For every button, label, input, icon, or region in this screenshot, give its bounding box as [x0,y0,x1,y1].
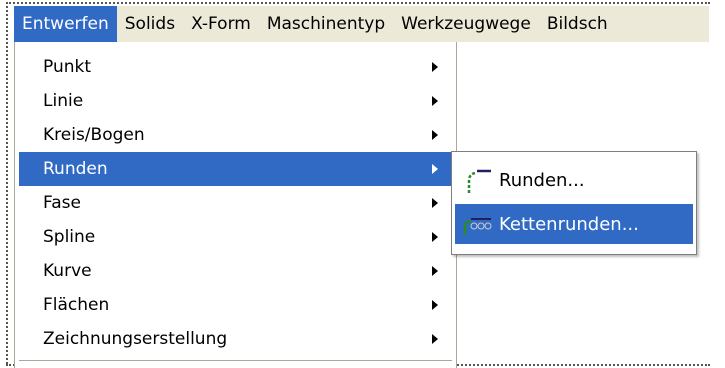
submenu-arrow-icon [432,198,438,208]
submenu-arrow-icon [432,334,438,344]
screen: Entwerfen Solids X-Form Maschinentyp Wer… [0,0,725,368]
menu-item-fase[interactable]: Fase [19,186,452,220]
menu-item-label: Fase [43,193,81,213]
submenu-arrow-icon [432,300,438,310]
menu-solids[interactable]: Solids [117,6,183,42]
submenu-arrow-icon [432,96,438,106]
submenu-item-runden[interactable]: Runden... [455,160,693,200]
menu-maschinentyp[interactable]: Maschinentyp [259,6,393,42]
menu-bar: Entwerfen Solids X-Form Maschinentyp Wer… [14,6,709,42]
submenu-item-kettenrunden[interactable]: Kettenrunden... [455,204,693,244]
menu-item-label: Zeichnungserstellung [43,329,228,349]
menu-item-runden[interactable]: Runden [19,152,452,186]
submenu-item-label: Kettenrunden... [499,213,639,235]
menu-item-zeichnungserstellung[interactable]: Zeichnungserstellung [19,322,452,356]
runden-submenu: Runden... Kettenrunden... [451,151,697,255]
chain-fillet-icon [461,209,493,239]
dotted-guide-left [6,2,8,364]
menu-item-flaechen[interactable]: Flächen [19,288,452,322]
menu-bildschirm[interactable]: Bildsch [539,6,616,42]
fillet-icon [461,165,493,195]
menu-item-kreis-bogen[interactable]: Kreis/Bogen [19,118,452,152]
menu-item-kurve[interactable]: Kurve [19,254,452,288]
menu-werkzeugwege[interactable]: Werkzeugwege [393,6,539,42]
menu-item-punkt[interactable]: Punkt [19,50,452,84]
menu-item-label: Flächen [43,295,110,315]
dotted-guide-top [6,2,710,4]
submenu-arrow-icon [432,164,438,174]
menu-item-label: Spline [43,227,96,247]
menu-item-label: Punkt [43,57,92,77]
menu-item-label: Kurve [43,261,92,281]
submenu-arrow-icon [432,62,438,72]
menu-x-form[interactable]: X-Form [183,6,259,42]
submenu-arrow-icon [432,232,438,242]
menu-item-linie[interactable]: Linie [19,84,452,118]
menu-item-label: Linie [43,91,84,111]
entwerfen-dropdown: Punkt Linie Kreis/Bogen Runden Fase Spli… [14,42,457,368]
menu-item-spline[interactable]: Spline [19,220,452,254]
menu-entwerfen[interactable]: Entwerfen [14,6,117,42]
menu-item-label: Runden [43,159,108,179]
menu-separator [19,360,452,361]
submenu-arrow-icon [432,130,438,140]
submenu-item-label: Runden... [499,169,585,191]
submenu-arrow-icon [432,266,438,276]
menu-item-label: Kreis/Bogen [43,125,145,145]
